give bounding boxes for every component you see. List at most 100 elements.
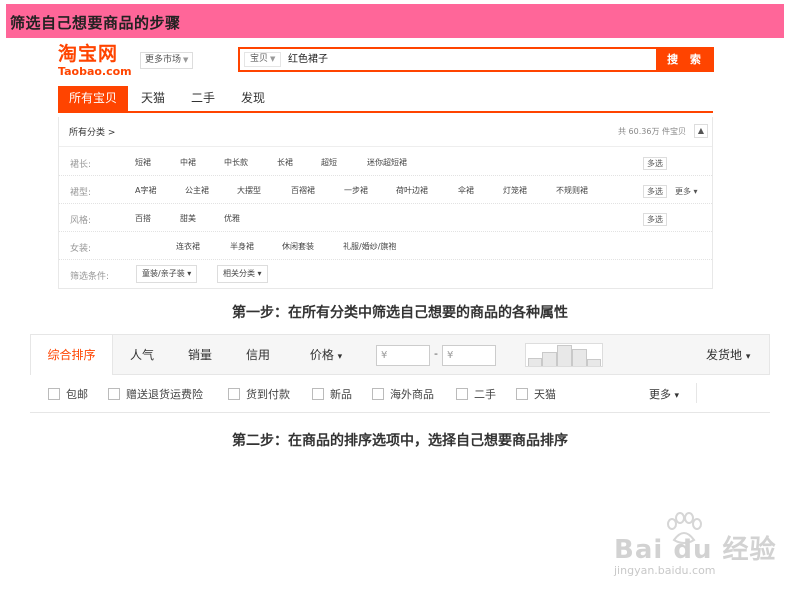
multi-select-button[interactable]: 多选 (643, 157, 667, 170)
chevron-down-icon: ▾ (674, 391, 680, 401)
checkbox-return-insurance[interactable]: 赠送退货运费险 (108, 386, 203, 402)
sort-tab-sales[interactable]: 销量 (171, 335, 229, 375)
filter-option[interactable]: 甜美 (180, 213, 196, 224)
all-categories-link[interactable]: 所有分类 > (69, 125, 115, 138)
chevron-down-icon: ▾ (257, 269, 262, 278)
result-count: 共 60.36万 件宝贝 (618, 127, 686, 136)
filter-option[interactable]: 半身裙 (230, 241, 254, 252)
checkbox-cash-on-delivery[interactable]: 货到付款 (228, 386, 290, 402)
price-distribution-bar (528, 358, 542, 366)
checkbox-icon (312, 388, 324, 400)
chevron-up-icon: ▲ (697, 126, 705, 135)
price-range-dash: - (434, 347, 438, 360)
filter-option[interactable]: 短裙 (135, 157, 151, 168)
more-options-button[interactable]: 更多 ▾ (675, 186, 698, 197)
filter-label: 裙长: (70, 160, 92, 170)
filter-option[interactable]: 伞裙 (458, 185, 474, 196)
checkbox-icon (48, 388, 60, 400)
filter-option[interactable]: A字裙 (135, 185, 156, 196)
checkbox-icon (372, 388, 384, 400)
checkbox-label: 海外商品 (390, 388, 434, 401)
filter-row-length: 裙长: 短裙 中裙 中长款 长裙 超短 迷你超短裙 多选 (59, 148, 712, 176)
sort-tab-price[interactable]: 价格 ▾ (289, 335, 363, 375)
search-scope-label: 宝贝 (250, 54, 269, 64)
chevron-down-icon: ▼ (270, 55, 276, 63)
tab-second-hand[interactable]: 二手 (178, 86, 228, 111)
filter-header: 所有分类 > 共 60.36万 件宝贝 ▲ (59, 117, 712, 147)
checkbox-second-hand[interactable]: 二手 (456, 386, 496, 402)
price-max-input[interactable]: ¥ (442, 345, 496, 366)
filter-option[interactable]: 休闲套装 (282, 241, 314, 252)
filter-option[interactable]: 优雅 (224, 213, 240, 224)
chevron-down-icon: ▾ (337, 352, 343, 362)
checkbox-icon (108, 388, 120, 400)
multi-select-button[interactable]: 多选 (643, 185, 667, 198)
more-options-label: 更多 (675, 187, 691, 196)
search-box[interactable]: 宝贝 ▼ 红色裙子 (238, 47, 658, 72)
condition-dropdown-kids[interactable]: 童装/亲子装 ▾ (136, 265, 198, 283)
filter-option[interactable]: 一步裙 (344, 185, 368, 196)
filter-option[interactable]: 连衣裙 (176, 241, 200, 252)
checkbox-overseas[interactable]: 海外商品 (372, 386, 434, 402)
more-markets-dropdown[interactable]: 更多市场 ▼ (140, 52, 194, 69)
price-distribution-chart[interactable] (525, 343, 603, 367)
filter-option[interactable]: 不规则裙 (556, 185, 588, 196)
filter-row-conditions: 筛选条件: 童装/亲子装 ▾ 相关分类 ▾ (59, 260, 712, 288)
search-tabs: 所有宝贝 天猫 二手 发现 (58, 86, 713, 113)
sort-tab-popularity[interactable]: 人气 (113, 335, 171, 375)
multi-select-button[interactable]: 多选 (643, 213, 667, 226)
price-distribution-bar (542, 352, 557, 366)
sort-price-label: 价格 (309, 348, 334, 362)
checkbox-tmall[interactable]: 天猫 (516, 386, 556, 402)
checkbox-free-shipping[interactable]: 包邮 (48, 386, 88, 402)
filter-option[interactable]: 百褶裙 (291, 185, 315, 196)
tab-all-items[interactable]: 所有宝贝 (58, 86, 128, 111)
filter-option[interactable]: 灯笼裙 (503, 185, 527, 196)
filter-row-style: 风格: 百搭 甜美 优雅 多选 (59, 204, 712, 232)
filter-row-womenswear: 女装: 连衣裙 半身裙 休闲套装 礼服/婚纱/旗袍 (59, 232, 712, 260)
checkbox-label: 新品 (330, 388, 352, 401)
condition-label: 相关分类 (223, 269, 255, 278)
filter-label: 筛选条件: (70, 272, 110, 282)
filter-option[interactable]: 大摆型 (237, 185, 261, 196)
filter-label: 女装: (70, 244, 92, 254)
logo-chinese: 淘宝网 (58, 43, 119, 65)
more-filters-button[interactable]: 更多 ▾ (649, 386, 679, 402)
collapse-button[interactable]: ▲ (694, 124, 708, 138)
tab-discover[interactable]: 发现 (228, 86, 278, 111)
filter-option[interactable]: 超短 (321, 157, 337, 168)
filter-option[interactable]: 迷你超短裙 (367, 157, 407, 168)
price-min-input[interactable]: ¥ (376, 345, 430, 366)
tab-tmall[interactable]: 天猫 (128, 86, 178, 111)
checkbox-new-item[interactable]: 新品 (312, 386, 352, 402)
filter-option[interactable]: 礼服/婚纱/旗袍 (343, 241, 396, 252)
chevron-down-icon: ▾ (187, 269, 192, 278)
search-scope-dropdown[interactable]: 宝贝 ▼ (244, 52, 282, 67)
watermark: Bai du 经验 jingyan.baidu.com (612, 512, 776, 582)
filter-option[interactable]: 荷叶边裙 (396, 185, 428, 196)
chevron-down-icon: ▼ (183, 56, 189, 64)
filter-option[interactable]: 长裙 (277, 157, 293, 168)
checkbox-icon (516, 388, 528, 400)
filter-panel: 所有分类 > 共 60.36万 件宝贝 ▲ 裙长: 短裙 中裙 中长款 长裙 超… (58, 117, 713, 289)
step1-caption: 第一步：在所有分类中筛选自己想要的商品的各种属性 (232, 305, 568, 321)
filter-option[interactable]: 百搭 (135, 213, 151, 224)
checkbox-label: 天猫 (534, 388, 556, 401)
price-distribution-bar (587, 359, 601, 366)
search-button[interactable]: 搜 索 (658, 47, 714, 72)
condition-label: 童装/亲子装 (142, 269, 185, 278)
filter-option[interactable]: 公主裙 (185, 185, 209, 196)
logo-english: Taobao.com (58, 65, 132, 78)
ship-from-dropdown[interactable]: 发货地 ▾ (706, 335, 750, 375)
filter-option[interactable]: 中长款 (224, 157, 248, 168)
filter-option[interactable]: 中裙 (180, 157, 196, 168)
condition-dropdown-related[interactable]: 相关分类 ▾ (217, 265, 268, 283)
more-markets-label: 更多市场 (145, 55, 182, 65)
sort-tab-default[interactable]: 综合排序 (31, 335, 113, 375)
filter-row-type: 裙型: A字裙 公主裙 大摆型 百褶裙 一步裙 荷叶边裙 伞裙 灯笼裙 不规则裙… (59, 176, 712, 204)
sort-tab-credit[interactable]: 信用 (229, 335, 287, 375)
search-input[interactable]: 红色裙子 (288, 52, 328, 67)
taobao-logo[interactable]: 淘宝网 Taobao.com (58, 44, 132, 78)
more-filters-label: 更多 (649, 388, 671, 401)
checkbox-label: 赠送退货运费险 (126, 388, 203, 401)
